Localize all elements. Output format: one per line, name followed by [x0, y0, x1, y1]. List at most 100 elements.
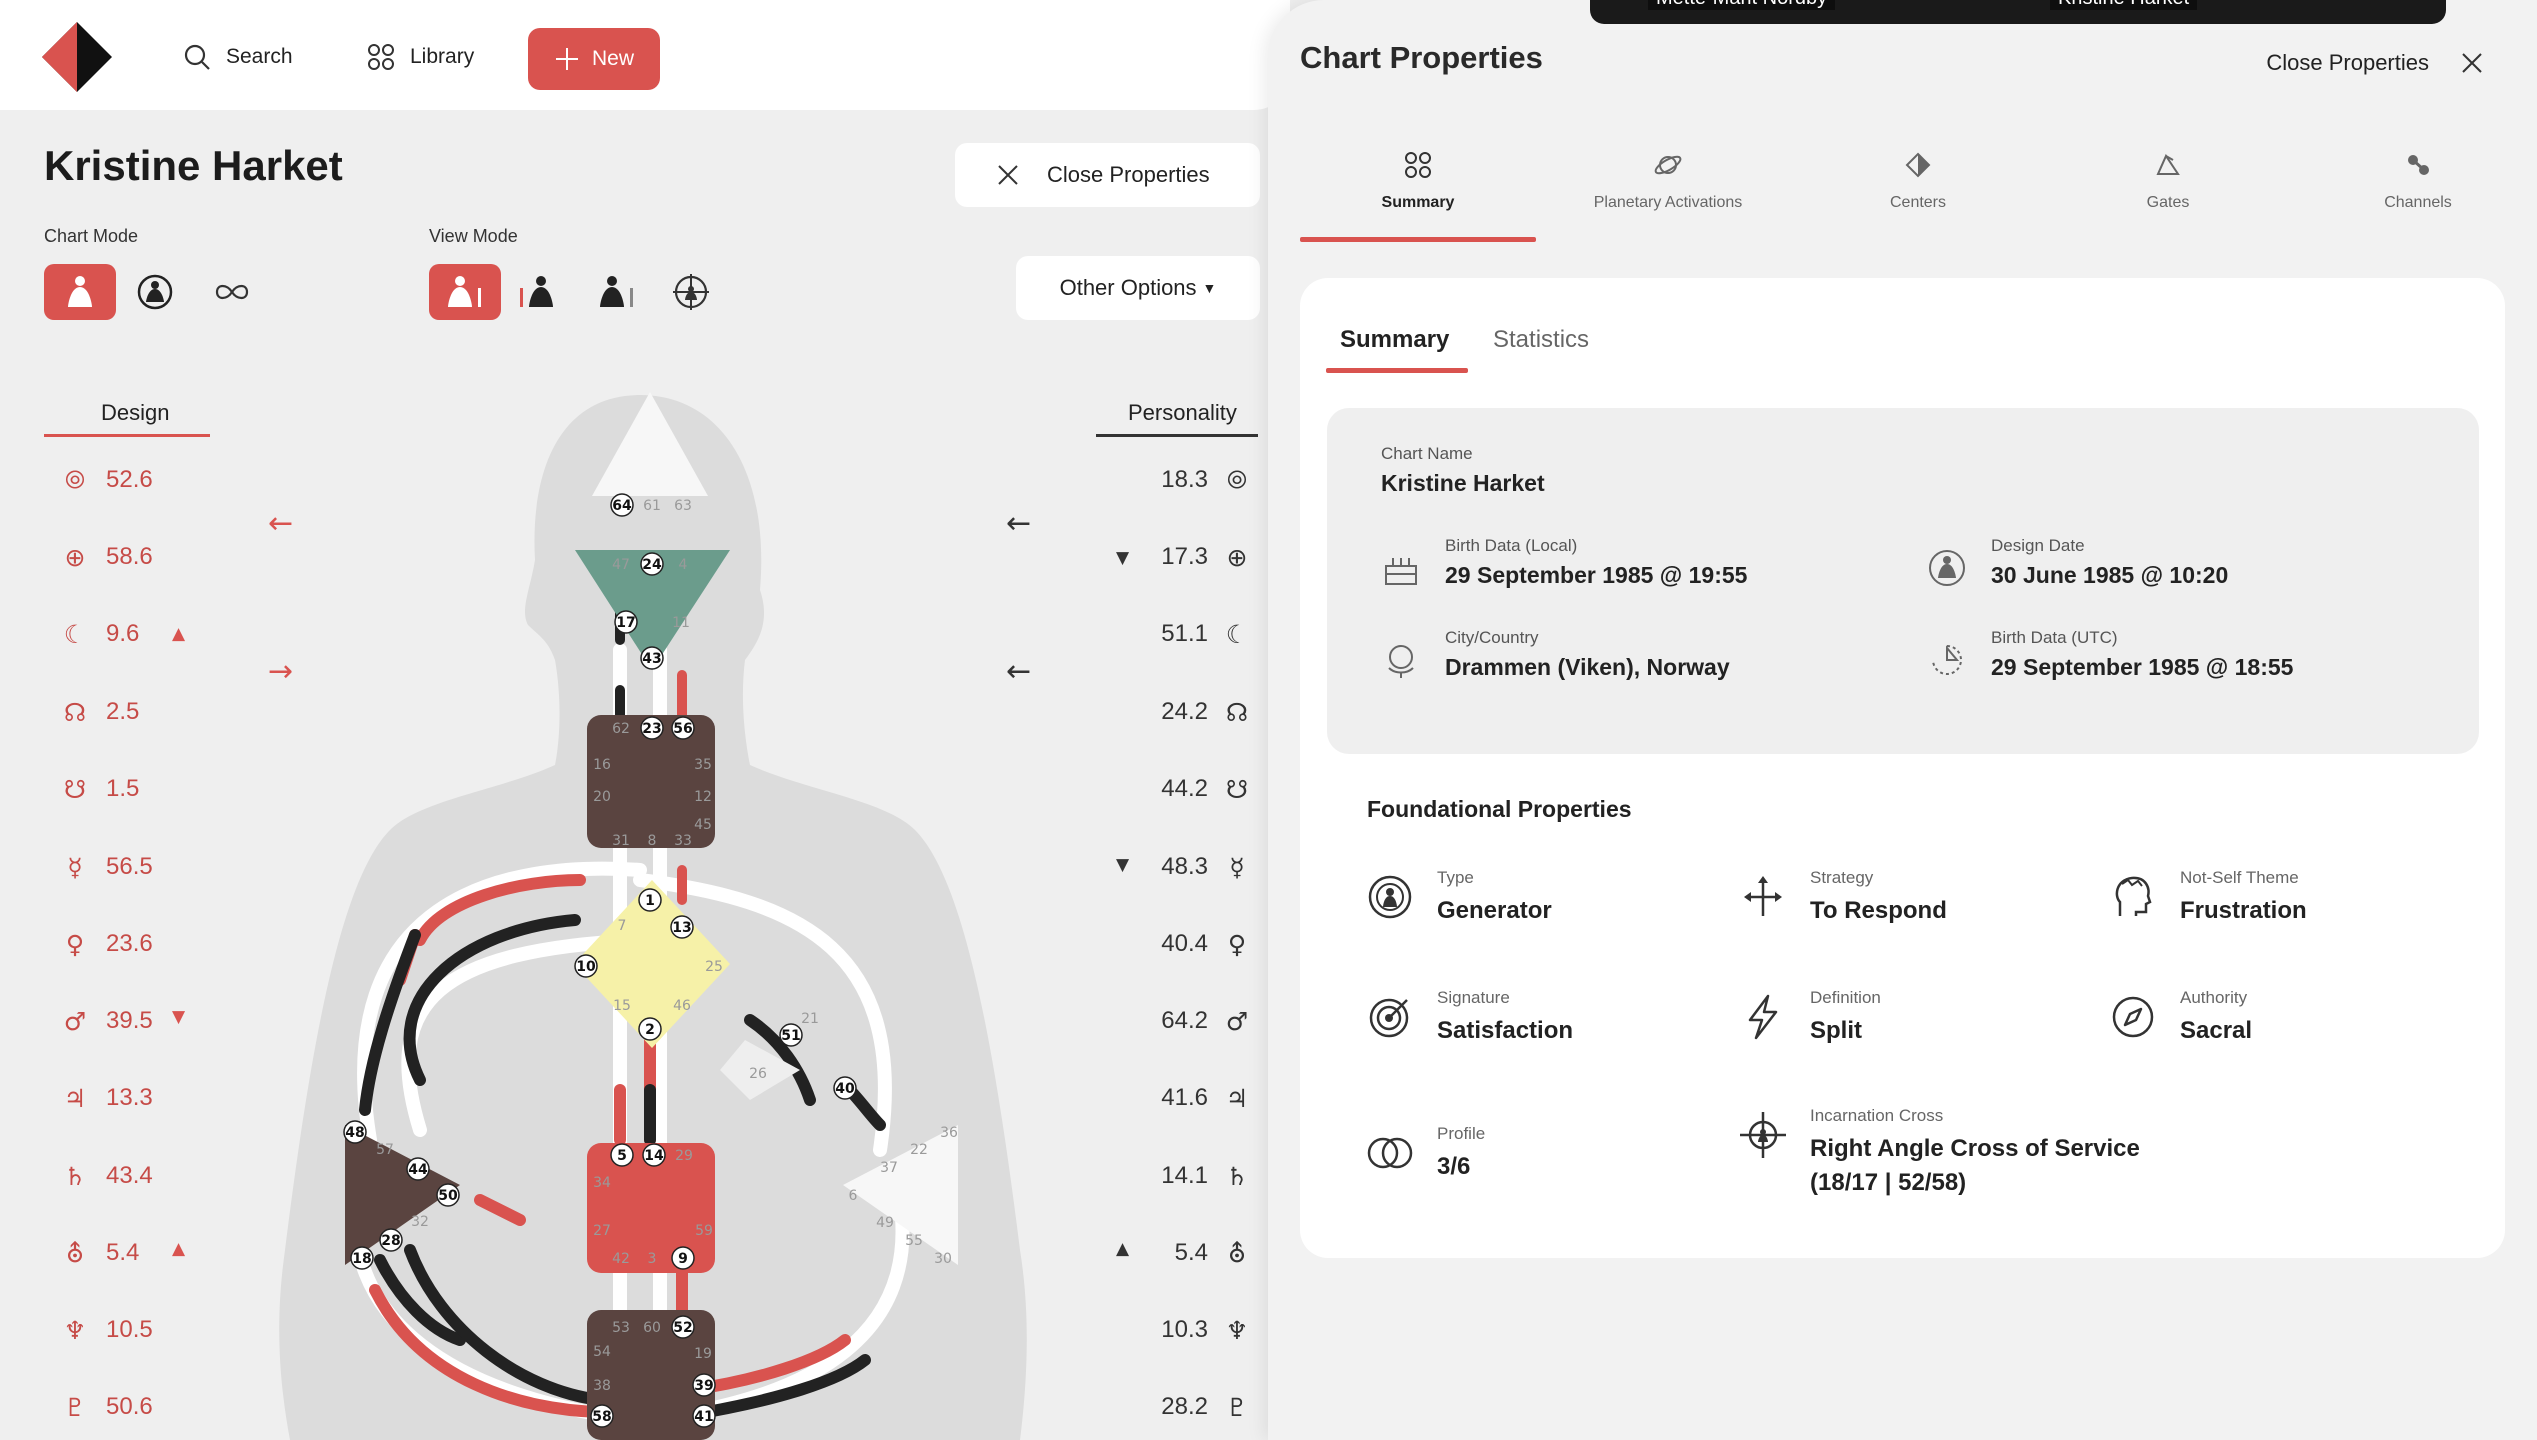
- gate-number[interactable]: 55: [905, 1233, 923, 1249]
- chart-mode-composite-button[interactable]: [207, 267, 257, 317]
- video-call-strip[interactable]: Mette-Marit Nordby Kristine Harket: [1590, 0, 2446, 24]
- gate-number[interactable]: 43: [642, 651, 661, 667]
- gate-number[interactable]: 60: [643, 1320, 661, 1336]
- gate-number[interactable]: 44: [408, 1162, 428, 1178]
- gate-number[interactable]: 5: [617, 1148, 627, 1164]
- tab-gates[interactable]: Gates: [2050, 130, 2286, 242]
- panel-close-button[interactable]: Close Properties: [2266, 50, 2485, 76]
- design-activation-row[interactable]: ♇ 50.6: [60, 1387, 153, 1427]
- gate-number[interactable]: 27: [593, 1223, 611, 1239]
- tab-channels[interactable]: Channels: [2300, 130, 2536, 242]
- personality-activation-row[interactable]: 18.3 ⦾: [1161, 460, 1252, 500]
- gate-number[interactable]: 12: [694, 789, 712, 805]
- gate-number[interactable]: 52: [673, 1320, 692, 1336]
- design-activation-row[interactable]: ⛢ 5.4: [60, 1233, 140, 1273]
- gate-number[interactable]: 13: [672, 920, 691, 936]
- design-activation-row[interactable]: ♀ 23.6: [60, 924, 153, 964]
- design-activation-row[interactable]: ♂ 39.5: [60, 1001, 153, 1041]
- chart-mode-single-button[interactable]: [44, 264, 116, 320]
- design-activation-row[interactable]: ☊ 2.5: [60, 692, 139, 732]
- gate-number[interactable]: 63: [674, 498, 692, 514]
- gate-number[interactable]: 46: [673, 998, 691, 1014]
- design-activation-row[interactable]: ♄ 43.4: [60, 1156, 153, 1196]
- gate-number[interactable]: 4: [679, 557, 688, 573]
- gate-number[interactable]: 2: [645, 1022, 655, 1038]
- personality-activation-row[interactable]: 28.2 ♇: [1161, 1387, 1252, 1427]
- gate-number[interactable]: 35: [694, 757, 712, 773]
- design-activation-row[interactable]: ♃ 13.3: [60, 1078, 153, 1118]
- gate-number[interactable]: 1: [645, 893, 655, 909]
- gate-number[interactable]: 18: [352, 1251, 371, 1267]
- tab-planetary-activations[interactable]: Planetary Activations: [1550, 130, 1786, 242]
- gate-number[interactable]: 17: [616, 615, 635, 631]
- personality-activation-row[interactable]: 14.1 ♄: [1161, 1156, 1252, 1196]
- gate-number[interactable]: 31: [612, 833, 630, 849]
- other-options-dropdown[interactable]: Other Options ▼: [1016, 256, 1260, 320]
- view-mode-wheel-button[interactable]: [666, 267, 716, 317]
- close-properties-button[interactable]: Close Properties: [955, 143, 1260, 207]
- gate-number[interactable]: 48: [345, 1125, 364, 1141]
- gate-number[interactable]: 49: [876, 1215, 894, 1231]
- design-activation-row[interactable]: ☋ 1.5: [60, 769, 139, 809]
- view-mode-design-button[interactable]: [512, 267, 562, 317]
- design-activation-row[interactable]: ♆ 10.5: [60, 1310, 153, 1350]
- design-activation-row[interactable]: ⊕ 58.6: [60, 537, 153, 577]
- personality-activation-row[interactable]: 51.1 ☾: [1161, 614, 1252, 654]
- gate-number[interactable]: 37: [880, 1160, 898, 1176]
- gate-number[interactable]: 10: [576, 959, 596, 975]
- new-button[interactable]: New: [528, 28, 660, 90]
- design-activation-row[interactable]: ☾ 9.6: [60, 614, 140, 654]
- gate-number[interactable]: 26: [749, 1066, 767, 1082]
- gate-number[interactable]: 36: [940, 1125, 958, 1141]
- personality-activation-row[interactable]: 41.6 ♃: [1161, 1078, 1252, 1118]
- search-button[interactable]: Search: [182, 42, 293, 72]
- gate-number[interactable]: 56: [673, 721, 692, 737]
- subtab-summary[interactable]: Summary: [1340, 326, 1449, 354]
- gate-number[interactable]: 50: [438, 1188, 458, 1204]
- view-mode-personality-button[interactable]: [592, 267, 642, 317]
- gate-number[interactable]: 20: [593, 789, 611, 805]
- gate-number[interactable]: 22: [910, 1142, 928, 1158]
- gate-number[interactable]: 14: [644, 1148, 664, 1164]
- gate-number[interactable]: 45: [694, 817, 712, 833]
- gate-number[interactable]: 23: [642, 721, 661, 737]
- app-logo[interactable]: [40, 20, 114, 94]
- gate-number[interactable]: 64: [612, 498, 632, 514]
- design-activation-row[interactable]: ⦾ 52.6: [60, 460, 153, 500]
- gate-number[interactable]: 59: [695, 1223, 713, 1239]
- personality-activation-row[interactable]: 10.3 ♆: [1161, 1310, 1252, 1350]
- gate-number[interactable]: 3: [648, 1251, 657, 1267]
- personality-activation-row[interactable]: 64.2 ♂: [1161, 1001, 1252, 1041]
- personality-activation-row[interactable]: 5.4 ⛢: [1175, 1233, 1252, 1273]
- library-button[interactable]: Library: [366, 42, 474, 72]
- design-activation-row[interactable]: ☿ 56.5: [60, 847, 152, 887]
- gate-number[interactable]: 39: [694, 1378, 713, 1394]
- design-column-header[interactable]: Design: [101, 400, 169, 426]
- gate-number[interactable]: 40: [835, 1081, 855, 1097]
- subtab-statistics[interactable]: Statistics: [1493, 326, 1589, 354]
- gate-number[interactable]: 6: [849, 1188, 858, 1204]
- personality-activation-row[interactable]: 40.4 ♀: [1161, 924, 1252, 964]
- gate-number[interactable]: 38: [593, 1378, 611, 1394]
- personality-activation-row[interactable]: 17.3 ⊕: [1161, 537, 1252, 577]
- gate-number[interactable]: 62: [612, 721, 630, 737]
- gate-number[interactable]: 9: [678, 1251, 688, 1267]
- gate-number[interactable]: 54: [593, 1344, 611, 1360]
- gate-number[interactable]: 21: [801, 1011, 819, 1027]
- view-mode-full-button[interactable]: [429, 264, 501, 320]
- gate-number[interactable]: 15: [613, 998, 631, 1014]
- gate-number[interactable]: 11: [672, 615, 690, 631]
- gate-number[interactable]: 32: [411, 1214, 429, 1230]
- gate-number[interactable]: 8: [648, 833, 657, 849]
- gate-number[interactable]: 58: [592, 1409, 611, 1425]
- gate-number[interactable]: 28: [381, 1233, 400, 1249]
- gate-number[interactable]: 16: [593, 757, 611, 773]
- personality-activation-row[interactable]: 48.3 ☿: [1161, 847, 1252, 887]
- gate-number[interactable]: 25: [705, 959, 723, 975]
- gate-number[interactable]: 24: [642, 557, 662, 573]
- gate-number[interactable]: 33: [674, 833, 692, 849]
- personality-activation-row[interactable]: 44.2 ☋: [1161, 769, 1252, 809]
- personality-column-header[interactable]: Personality: [1128, 400, 1237, 426]
- gate-number[interactable]: 42: [612, 1251, 630, 1267]
- gate-number[interactable]: 41: [694, 1409, 713, 1425]
